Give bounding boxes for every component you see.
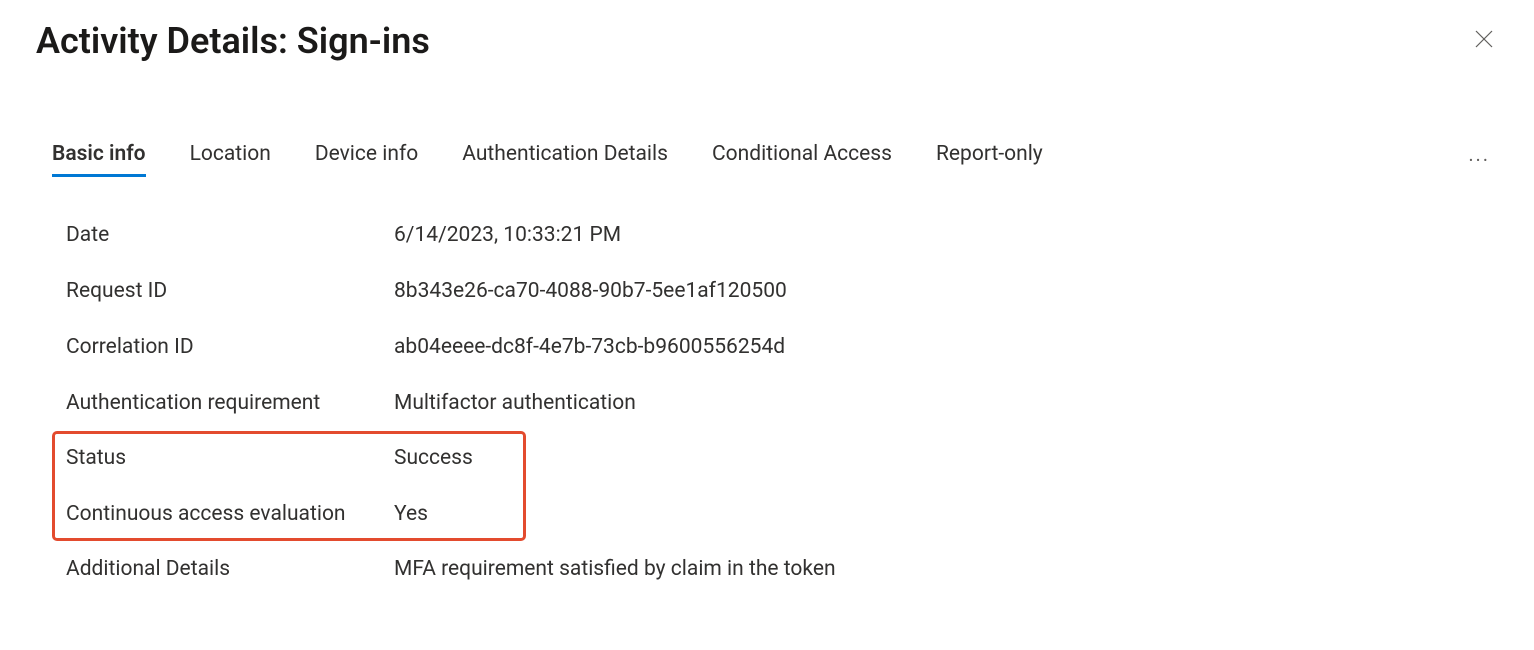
detail-value: Success [394, 446, 523, 470]
tab-authentication-details[interactable]: Authentication Details [462, 142, 668, 177]
more-tabs-button[interactable]: ··· [1460, 144, 1498, 176]
close-button[interactable] [1470, 27, 1498, 55]
detail-row-auth-requirement: Authentication requirement Multifactor a… [66, 375, 1498, 431]
detail-value: MFA requirement satisfied by claim in th… [394, 557, 1498, 581]
detail-label: Authentication requirement [66, 391, 394, 415]
highlight-box: Status Success Continuous access evaluat… [52, 431, 526, 541]
detail-label: Additional Details [66, 557, 394, 581]
detail-row-correlation-id: Correlation ID ab04eeee-dc8f-4e7b-73cb-b… [66, 319, 1498, 375]
close-icon [1474, 29, 1494, 53]
detail-row-date: Date 6/14/2023, 10:33:21 PM [66, 207, 1498, 263]
header-row: Activity Details: Sign-ins [36, 20, 1498, 62]
detail-label: Request ID [66, 279, 394, 303]
tab-basic-info[interactable]: Basic info [52, 142, 146, 177]
detail-value: ab04eeee-dc8f-4e7b-73cb-b9600556254d [394, 335, 1498, 359]
detail-row-request-id: Request ID 8b343e26-ca70-4088-90b7-5ee1a… [66, 263, 1498, 319]
details-panel: Date 6/14/2023, 10:33:21 PM Request ID 8… [36, 207, 1498, 597]
tab-report-only[interactable]: Report-only [936, 142, 1043, 177]
detail-label: Correlation ID [66, 335, 394, 359]
detail-label: Continuous access evaluation [66, 502, 394, 526]
tab-location[interactable]: Location [190, 142, 271, 177]
tabs-row: Basic info Location Device info Authenti… [36, 142, 1498, 177]
ellipsis-icon: ··· [1468, 148, 1490, 172]
detail-row-status: Status Success [66, 434, 523, 486]
detail-label: Date [66, 223, 394, 247]
detail-value: Multifactor authentication [394, 391, 1498, 415]
detail-value: 8b343e26-ca70-4088-90b7-5ee1af120500 [394, 279, 1498, 303]
page-title: Activity Details: Sign-ins [36, 20, 430, 62]
tab-conditional-access[interactable]: Conditional Access [712, 142, 892, 177]
tabs-list: Basic info Location Device info Authenti… [52, 142, 1043, 177]
detail-row-additional: Additional Details MFA requirement satis… [66, 541, 1498, 597]
detail-value: Yes [394, 502, 523, 526]
detail-value: 6/14/2023, 10:33:21 PM [394, 223, 1498, 247]
tab-device-info[interactable]: Device info [315, 142, 418, 177]
detail-row-cae: Continuous access evaluation Yes [66, 486, 523, 538]
detail-label: Status [66, 446, 394, 470]
